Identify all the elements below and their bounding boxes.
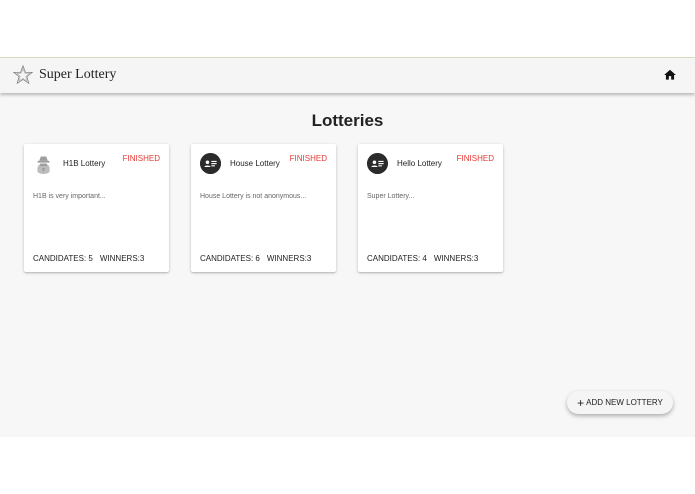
winners-count: WINNERS:3 [99,254,145,263]
add-new-lottery-button[interactable]: + ADD NEW LOTTERY [567,391,673,414]
status-badge: FINISHED [456,154,494,163]
page-title: Lotteries [311,111,384,130]
lottery-name: Hello Lottery [397,159,442,168]
winners-count: WINNERS:3 [266,254,312,263]
status-badge: FINISHED [122,154,160,163]
top-blank-area [0,0,695,57]
lottery-name: H1B Lottery [63,159,106,168]
home-icon[interactable] [663,68,677,82]
spy-icon [37,156,50,174]
bottom-blank-area [0,437,695,494]
lottery-card[interactable]: H1B Lottery FINISHED H1B is very importa… [24,144,169,272]
lottery-description: Super Lottery... [367,193,415,200]
status-badge: FINISHED [289,154,327,163]
lottery-stats: CANDIDATES: 5 WINNERS:3 [33,254,151,263]
candidates-count: CANDIDATES: 4 [367,254,427,263]
lottery-card[interactable]: Hello Lottery FINISHED Super Lottery... … [358,144,503,272]
app-title: Super Lottery [39,67,117,82]
app-header: Super Lottery [0,58,695,93]
star-outline-icon [12,64,34,85]
candidates-count: CANDIDATES: 6 [200,254,260,263]
candidates-count: CANDIDATES: 5 [33,254,93,263]
contact-card-icon [367,153,388,174]
app-container: Super Lottery Lotteries H1B Lottery FINI… [0,57,695,437]
winners-count: WINNERS:3 [433,254,479,263]
lottery-name: House Lottery [230,159,280,168]
plus-icon: + [577,395,585,410]
lottery-description: House Lottery is not anonymous... [200,193,307,200]
contact-card-icon [200,153,221,174]
lottery-card[interactable]: House Lottery FINISHED House Lottery is … [191,144,336,272]
add-new-lottery-label: ADD NEW LOTTERY [586,398,663,407]
lottery-stats: CANDIDATES: 6 WINNERS:3 [200,254,318,263]
lottery-stats: CANDIDATES: 4 WINNERS:3 [367,254,485,263]
lottery-description: H1B is very important... [33,193,106,200]
